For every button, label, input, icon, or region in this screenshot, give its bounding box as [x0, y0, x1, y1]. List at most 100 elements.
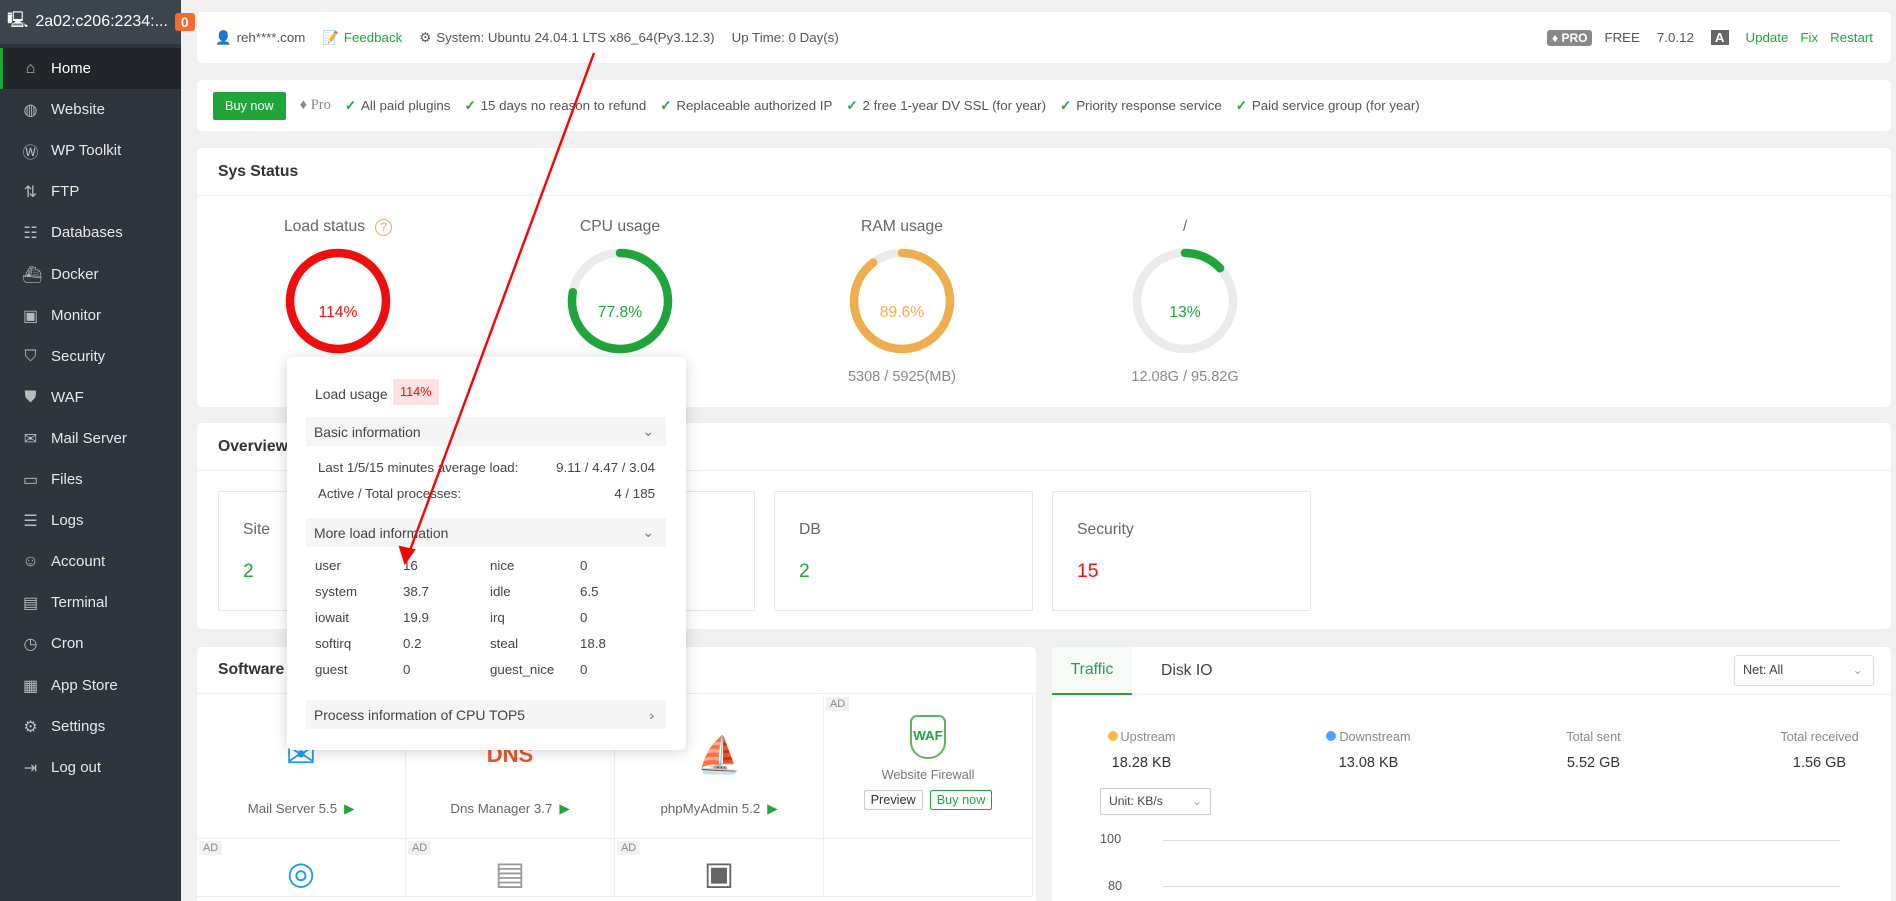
traffic-stat-label: Upstream	[1075, 730, 1208, 744]
upstream-dot-icon	[1107, 731, 1118, 741]
sidebar-item-settings[interactable]: ⚙ Settings	[0, 706, 181, 747]
gauge-0[interactable]: Load status? 114%	[253, 218, 423, 369]
play-icon[interactable]: ▶	[559, 801, 569, 816]
sidebar-item-logs[interactable]: ☰ Logs	[0, 500, 181, 541]
tab-traffic[interactable]: Traffic	[1052, 647, 1132, 695]
sidebar-item-mail-server[interactable]: ✉ Mail Server	[0, 418, 181, 459]
play-icon[interactable]: ▶	[344, 801, 354, 816]
sidebar-item-label: Account	[51, 553, 106, 570]
basic-information-toggle[interactable]: Basic information ⌄	[306, 417, 666, 446]
buy-now-button[interactable]: Buy now	[213, 91, 286, 120]
software-cell[interactable]: AD ▣	[615, 839, 824, 897]
load-usage-title: Load usage	[315, 386, 388, 402]
pro-badge[interactable]: ♦ PRO	[1546, 29, 1593, 46]
font-size-icon[interactable]: A	[1710, 30, 1729, 45]
tab-disk-io[interactable]: Disk IO	[1161, 647, 1212, 695]
stat-value: 0	[403, 662, 411, 677]
overview-value: 2	[799, 561, 810, 582]
sidebar-item-app-store[interactable]: ▦ App Store	[0, 665, 181, 706]
sidebar-item-docker[interactable]: ⛴ Docker	[0, 254, 181, 295]
unit-select[interactable]: Unit: KB/s ⌄	[1100, 788, 1211, 815]
monitor-icon: 🖳	[7, 11, 29, 29]
files-icon: ▭	[22, 471, 39, 489]
gauge-1[interactable]: CPU usage 77.8%	[535, 218, 705, 369]
software-cell[interactable]: AD ◎	[197, 839, 406, 897]
stat-value: 0.2	[403, 636, 422, 651]
sidebar-item-log-out[interactable]: ⇥ Log out	[0, 747, 181, 788]
label-text: Total received	[1780, 730, 1859, 744]
stat-label: iowait	[315, 610, 349, 625]
help-icon[interactable]: ?	[375, 219, 393, 236]
user-icon: 👤	[215, 29, 232, 45]
sidebar-item-files[interactable]: ▭ Files	[0, 459, 181, 500]
overview-label: DB	[799, 521, 821, 538]
settings-icon: ⚙	[23, 718, 38, 736]
chevron-down-icon: ⌄	[1191, 794, 1202, 808]
sidebar-item-label: Website	[51, 101, 105, 118]
uptime: Up Time: 0 Day(s)	[731, 30, 839, 45]
sidebar-item-monitor[interactable]: ▣ Monitor	[0, 295, 181, 336]
buy-now-button[interactable]: Buy now	[929, 790, 993, 810]
feature-label: 15 days no reason to refund	[480, 97, 647, 113]
waf-actions: Preview Buy now	[824, 790, 1032, 810]
sidebar-item-cron[interactable]: ◷ Cron	[0, 623, 181, 664]
traffic-stat-label: Downstream	[1302, 730, 1435, 744]
feedback-link[interactable]: Feedback	[344, 30, 402, 45]
software-cell[interactable]: AD ▤	[406, 839, 615, 897]
sidebar-item-home[interactable]: ⌂ Home	[0, 48, 181, 89]
sidebar-item-security[interactable]: ⛉ Security	[0, 336, 181, 377]
restart-link[interactable]: Restart	[1830, 30, 1873, 45]
sidebar-item-databases[interactable]: ☷ Databases	[0, 212, 181, 253]
overview-box-db[interactable]: DB 2	[774, 491, 1033, 611]
stat-value: 38.7	[403, 584, 429, 599]
preview-button[interactable]: Preview	[863, 790, 923, 810]
software-cell[interactable]: AD WAF Website Firewall Preview Buy now	[824, 695, 1033, 839]
gauge-title: /	[1100, 218, 1270, 236]
gauge-ring	[1132, 248, 1238, 354]
stat-value: 18.8	[580, 636, 606, 651]
sidebar-item-wp-toolkit[interactable]: Ⓦ WP Toolkit	[0, 130, 181, 171]
security-icon: ⛉	[24, 347, 37, 365]
gauge-2[interactable]: RAM usage 89.6% 5308 / 5925(MB)	[817, 218, 987, 385]
fix-link[interactable]: Fix	[1800, 30, 1818, 45]
gauge-3[interactable]: / 13% 12.08G / 95.82G	[1100, 218, 1270, 385]
sidebar-item-terminal[interactable]: ▤ Terminal	[0, 582, 181, 623]
app-name: Dns Manager 3.7	[450, 801, 553, 816]
feature-label: 2 free 1-year DV SSL (for year)	[862, 97, 1047, 113]
pro-text: Pro	[310, 97, 331, 113]
play-icon[interactable]: ▶	[767, 801, 777, 816]
sidebar-item-waf[interactable]: ⛊ WAF	[0, 377, 181, 418]
gauge-title-text: /	[1182, 218, 1188, 235]
sidebar-item-label: Monitor	[51, 307, 102, 324]
stat-label: guest_nice	[490, 662, 555, 677]
sidebar-item-label: Databases	[51, 224, 123, 241]
sidebar-item-label: Log out	[51, 759, 102, 776]
sidebar-item-website[interactable]: ◍ Website	[0, 89, 181, 130]
avg-load-label: Last 1/5/15 minutes average load:	[318, 460, 519, 475]
docker-icon: ⛴	[22, 266, 43, 284]
server-header[interactable]: 🖳 2a02:c206:2234:... 0	[0, 0, 195, 44]
avg-load-value: 9.11 / 4.47 / 3.04	[556, 460, 655, 475]
feature-item: ✓ Replaceable authorized IP	[660, 98, 832, 114]
more-load-information-toggle[interactable]: More load information ⌄	[306, 518, 666, 547]
sidebar-item-label: App Store	[51, 677, 118, 694]
user-account[interactable]: reh****.com	[237, 30, 306, 45]
net-select[interactable]: Net: All ⌄	[1734, 655, 1874, 686]
waf-icon: ⛊	[24, 388, 37, 406]
chevron-down-icon: ⌄	[642, 423, 654, 439]
server-host: 2a02:c206:2234:...	[35, 13, 168, 30]
sidebar-item-label: Logs	[51, 512, 84, 529]
app-name: phpMyAdmin 5.2	[660, 801, 761, 816]
sidebar-item-ftp[interactable]: ⇅ FTP	[0, 171, 181, 212]
traffic-stat-label: Total received	[1753, 730, 1886, 744]
ftp-icon: ⇅	[23, 183, 38, 201]
notification-badge[interactable]: 0	[174, 13, 195, 31]
update-link[interactable]: Update	[1746, 30, 1789, 45]
downstream-dot-icon	[1326, 731, 1337, 741]
sidebar-item-account[interactable]: ☺ Account	[0, 541, 181, 582]
software-cell[interactable]	[824, 839, 1033, 897]
sys-status-title: Sys Status	[197, 148, 1891, 196]
stat-value: 0	[580, 610, 588, 625]
overview-box-security[interactable]: Security 15	[1052, 491, 1311, 611]
cpu-top5-toggle[interactable]: Process information of CPU TOP5 ›	[306, 700, 666, 729]
